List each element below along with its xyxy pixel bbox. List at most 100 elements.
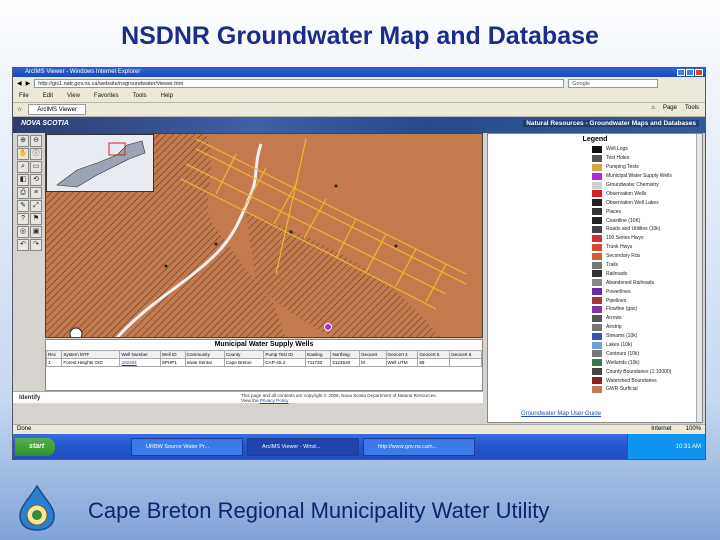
overview-inset-map[interactable]	[46, 134, 154, 192]
back-icon[interactable]: ◀	[17, 80, 22, 87]
wells-table-title: Municipal Water Supply Wells	[214, 341, 314, 348]
legend-label: Pipelines	[606, 297, 627, 304]
map-tool-16-icon[interactable]: ↶	[17, 239, 29, 251]
legend-label: Well Logs	[606, 146, 628, 153]
menu-file[interactable]: File	[19, 93, 29, 99]
map-tool-12-icon[interactable]: ?	[17, 213, 29, 225]
tab-arcims-viewer[interactable]: ArcIMS Viewer	[28, 104, 86, 115]
gis-workarea: ⊕ ⊖ ✋ ⓘ ⌕ ▭ ◧ ⟲ ⎙ ≡ ✎ ⤢? ⚑ ◎ ▣ ↶ ↷ Legen…	[13, 133, 705, 423]
address-bar[interactable]: http://gis1.natr.gov.ns.ca/website/nsgro…	[34, 79, 565, 88]
table-header-cell: Community	[184, 350, 225, 359]
slide-title: NSDNR Groundwater Map and Database	[121, 22, 599, 50]
map-tool-9-icon[interactable]: ≡	[30, 187, 42, 199]
zoom-level[interactable]: 100%	[686, 425, 701, 434]
menu-bar: File Edit View Favorites Tools Help	[13, 90, 705, 103]
legend-label: Wetlands (10k)	[606, 359, 640, 366]
legend-label: Trails	[606, 262, 619, 269]
legend-swatch	[592, 163, 602, 171]
legend-item: Municipal Water Supply Wells	[488, 172, 702, 181]
table-row[interactable]: 1 Forest Heights GID 202404 SPHP1 Iowie Sent…	[45, 358, 482, 367]
map-tool-17-icon[interactable]: ↷	[30, 239, 42, 251]
security-zone: Internet	[651, 426, 672, 432]
user-guide-link[interactable]: Groundwater Map User Guide	[521, 411, 601, 417]
menu-edit[interactable]: Edit	[43, 93, 53, 99]
groundwater-map[interactable]	[45, 133, 483, 338]
menu-favorites[interactable]: Favorites	[94, 93, 119, 99]
menu-view[interactable]: View	[67, 93, 80, 99]
legend-label: Flowline (gas)	[606, 306, 638, 313]
map-tool-5-icon[interactable]: ▭	[30, 161, 42, 173]
browser-screenshot: ArcIMS Viewer - Windows Internet Explore…	[12, 67, 706, 460]
search-input[interactable]: Google	[568, 79, 659, 88]
map-tool-1-icon[interactable]: ⊖	[30, 135, 42, 147]
table-header-cell: Geocert	[358, 350, 387, 359]
table-header-cell: Geocert 6	[449, 350, 482, 359]
legend-label: Arrows	[606, 315, 622, 322]
menu-tools[interactable]: Tools	[133, 93, 147, 99]
maximize-button[interactable]	[686, 69, 694, 76]
close-button[interactable]	[695, 69, 703, 76]
map-tool-2-icon[interactable]: ✋	[17, 148, 29, 160]
map-tool-11-icon[interactable]: ⤢	[30, 200, 42, 212]
taskbar-item-govns[interactable]: http://www.gov.ns.ca/n...	[363, 438, 475, 456]
page-menu[interactable]: Page	[663, 105, 677, 111]
map-tool-15-icon[interactable]: ▣	[30, 226, 42, 238]
table-cell	[449, 358, 482, 367]
start-button[interactable]: start	[15, 438, 55, 456]
table-header-row: Rec System MTF Well Number Well ID Community…	[45, 350, 482, 359]
legend-swatch	[592, 306, 602, 314]
table-header-cell: System MTF	[61, 350, 121, 359]
window-controls	[677, 69, 703, 76]
table-header-cell: Geocert 4	[385, 350, 419, 359]
legend-scrollbar[interactable]	[696, 134, 702, 422]
table-cell: SPHP1	[159, 358, 186, 367]
legend-item: Railroads	[488, 269, 702, 278]
taskbar-item-arcims[interactable]: ArcIMS Viewer - Wind...	[247, 438, 359, 456]
status-right: Internet 100%	[651, 425, 701, 434]
legend-label: Airstrip	[606, 324, 622, 331]
table-cell[interactable]: 202404	[119, 358, 161, 367]
map-tool-8-icon[interactable]: ⎙	[17, 187, 29, 199]
legend-swatch	[592, 386, 602, 394]
legend-swatch	[592, 226, 602, 234]
window-title: ArcIMS Viewer - Windows Internet Explore…	[25, 69, 141, 75]
legend-item: Pipelines	[488, 296, 702, 305]
legend-label: Observation Well Lakes	[606, 199, 659, 206]
table-cell: Forest Heights GID	[61, 358, 121, 367]
legend-label: Contours (10k)	[606, 350, 640, 357]
legend-item: Test Holes	[488, 154, 702, 163]
home-icon[interactable]: ⌂	[651, 105, 655, 111]
system-tray: 10:31 AM	[627, 434, 705, 459]
legend-item: Abandoned Railroads	[488, 278, 702, 287]
legend-label: Observation Wells	[606, 190, 647, 197]
legend-list: Well Logs Test Holes Pumping Tests Municipa…	[488, 145, 702, 394]
minimize-button[interactable]	[677, 69, 685, 76]
legend-swatch	[592, 154, 602, 162]
table-cell: 711730	[305, 358, 332, 367]
legend-label: Coastline (10K)	[606, 217, 641, 224]
forward-icon[interactable]: ▶	[26, 80, 31, 87]
taskbar-item-source-water[interactable]: URBW Source Water Pr...	[131, 438, 243, 456]
legend-swatch	[592, 377, 602, 385]
table-cell: 1	[45, 358, 63, 367]
map-tool-3-icon[interactable]: ⓘ	[30, 148, 42, 160]
legend-item: Watershed Boundaries	[488, 376, 702, 385]
legend-swatch	[592, 332, 602, 340]
privacy-policy-link[interactable]: Privacy Policy	[260, 398, 289, 403]
legend-item: Places	[488, 207, 702, 216]
map-tool-13-icon[interactable]: ⚑	[30, 213, 42, 225]
menu-help[interactable]: Help	[161, 93, 173, 99]
map-tool-10-icon[interactable]: ✎	[17, 200, 29, 212]
map-tool-7-icon[interactable]: ⟲	[30, 174, 42, 186]
municipal-well-marker[interactable]	[324, 323, 332, 331]
view-policy-text: View the	[241, 398, 259, 403]
tools-menu[interactable]: Tools	[685, 105, 699, 111]
wells-table-panel: Municipal Water Supply Wells Rec System M…	[45, 339, 483, 391]
map-tool-6-icon[interactable]: ◧	[17, 174, 29, 186]
legend-label: County Boundaries (1:10000)	[606, 368, 672, 375]
favorites-star-icon[interactable]: ☆	[17, 106, 22, 113]
map-tool-4-icon[interactable]: ⌕	[17, 161, 29, 173]
windows-taskbar: start URBW Source Water Pr... ArcIMS Vie…	[13, 434, 705, 459]
map-tool-0-icon[interactable]: ⊕	[17, 135, 29, 147]
map-tool-14-icon[interactable]: ◎	[17, 226, 29, 238]
